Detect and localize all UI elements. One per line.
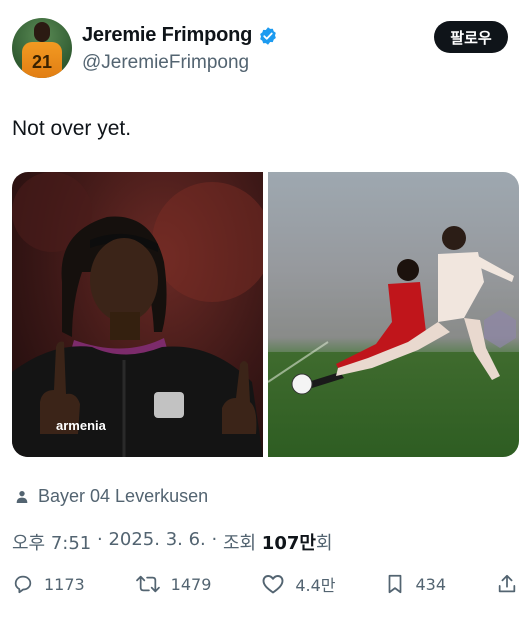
location-row[interactable]: Bayer 04 Leverkusen <box>14 486 208 507</box>
photo-player-portrait[interactable]: armenia <box>12 172 263 457</box>
reply-count: 1173 <box>44 574 85 594</box>
repost-button[interactable]: 1479 <box>135 573 212 595</box>
reply-button[interactable]: 1173 <box>12 573 85 595</box>
display-name[interactable]: Jeremie Frimpong <box>82 24 252 47</box>
verified-badge-icon <box>258 26 278 46</box>
like-button[interactable]: 4.4만 <box>261 572 336 596</box>
photo-left-illustration: armenia <box>12 172 263 457</box>
bookmark-count: 434 <box>415 574 447 594</box>
tweet-date[interactable]: 2025. 3. 6. <box>108 529 205 555</box>
avatar-head <box>34 22 50 42</box>
photo-match-action[interactable] <box>268 172 519 457</box>
share-button[interactable] <box>496 573 518 595</box>
avatar-number: 21 <box>31 52 53 72</box>
user-handle[interactable]: @JeremieFrimpong <box>82 52 249 74</box>
share-icon <box>498 574 516 593</box>
tweet-text: Not over yet. <box>12 117 132 140</box>
jersey-sponsor-text: armenia <box>56 418 107 433</box>
meta-separator: · <box>91 529 109 550</box>
meta-separator: · <box>205 529 223 550</box>
action-bar: 1173 1479 4.4만 434 <box>12 572 518 596</box>
tweet-meta: 오후 7:51 · 2025. 3. 6. · 조회 107만 회 <box>12 529 333 555</box>
like-count: 4.4만 <box>295 576 336 595</box>
location-label: Bayer 04 Leverkusen <box>38 486 209 506</box>
views-count: 107만 <box>261 533 316 554</box>
person-icon <box>16 490 28 503</box>
heart-icon <box>262 575 284 594</box>
views-suffix: 회 <box>315 533 333 554</box>
views-prefix: 조회 <box>222 533 257 554</box>
follow-button[interactable]: 팔로우 <box>434 21 508 53</box>
repost-icon <box>135 575 160 593</box>
bookmark-button[interactable]: 434 <box>385 573 446 595</box>
media-grid: armenia <box>12 172 519 457</box>
tweet-time[interactable]: 오후 7:51 <box>12 529 91 555</box>
name-row: Jeremie Frimpong <box>82 24 278 47</box>
repost-count: 1479 <box>170 574 212 594</box>
avatar[interactable]: 21 <box>12 18 72 78</box>
bookmark-icon <box>389 574 402 594</box>
photo-right-illustration <box>268 172 519 395</box>
reply-icon <box>14 575 32 594</box>
